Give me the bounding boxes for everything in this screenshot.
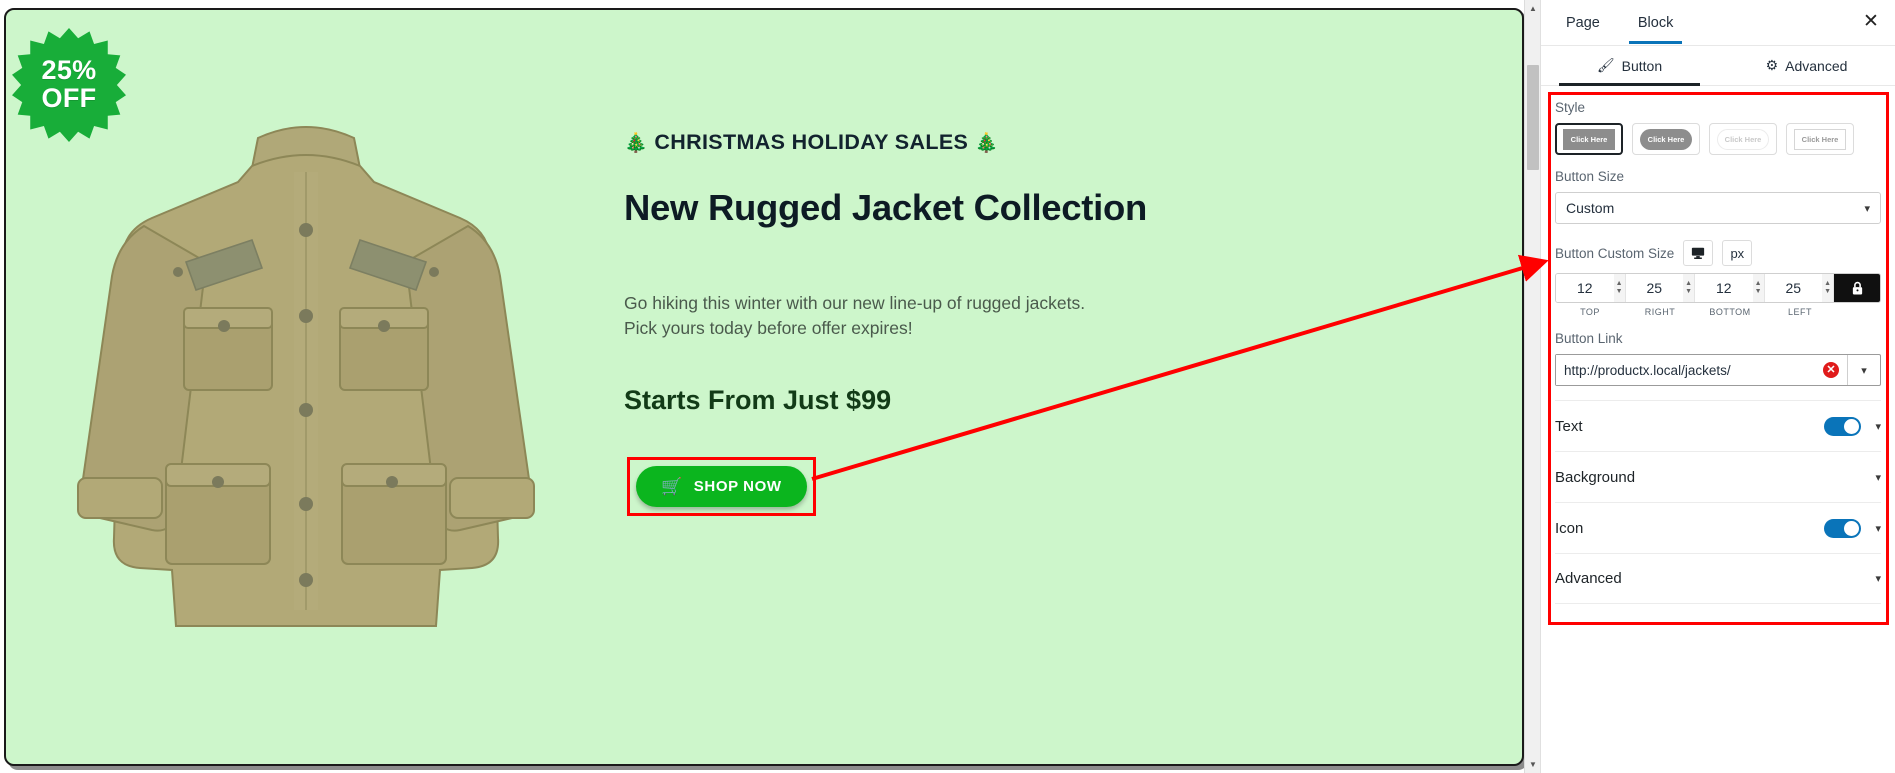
style-label: Style — [1555, 100, 1586, 115]
scroll-up-icon[interactable]: ▲ — [1525, 0, 1541, 17]
spinner-left-input[interactable] — [1764, 274, 1823, 302]
subtab-advanced-label: Advanced — [1785, 57, 1848, 74]
panel-tabbar: Page Block ✕ — [1541, 0, 1895, 46]
scroll-down-icon[interactable]: ▼ — [1525, 756, 1541, 773]
panel-subtabbar: 🖌 Button ⚙ Advanced — [1541, 46, 1895, 86]
text-toggle[interactable] — [1824, 416, 1862, 436]
spinner-top-input[interactable] — [1556, 274, 1614, 302]
style-option-pill-filled[interactable]: Click Here — [1632, 123, 1700, 155]
button-size-value: Custom — [1566, 200, 1615, 216]
clear-circle-icon[interactable]: ✕ — [1823, 362, 1839, 378]
custom-size-captions: TOP RIGHT BOTTOM LEFT — [1555, 307, 1881, 317]
accordion-row-advanced[interactable]: Advanced ▾ — [1555, 553, 1881, 604]
spinner-bottom-stepper[interactable]: ▲ ▼ — [1752, 274, 1764, 302]
accordion-right-advanced: ▾ — [1875, 572, 1881, 585]
settings-panel: Page Block ✕ 🖌 Button ⚙ Advanced Style C… — [1540, 0, 1895, 773]
custom-size-label: Button Custom Size — [1555, 245, 1675, 261]
christmas-tree-icon: 🎄 — [624, 133, 649, 154]
lock-icon[interactable] — [1834, 274, 1880, 302]
app-root: 25% OFF 🎄 CHRISTMAS HOLIDAY SALES 🎄 New … — [0, 0, 1895, 773]
hero-banner-block[interactable]: 25% OFF 🎄 CHRISTMAS HOLIDAY SALES 🎄 New … — [4, 8, 1524, 766]
spinner-right[interactable]: ▲▼ — [1625, 274, 1695, 302]
accordion-label-icon: Icon — [1555, 519, 1584, 537]
hero-paragraph-line1: Go hiking this winter with our new line-… — [624, 293, 1086, 313]
close-icon[interactable]: ✕ — [1861, 12, 1881, 32]
hero-paragraph: Go hiking this winter with our new line-… — [624, 291, 1324, 341]
style-option-rect-filled[interactable]: Click Here — [1555, 123, 1623, 155]
button-link-field: Button Link ✕ ▾ — [1555, 331, 1881, 386]
accordion-row-background[interactable]: Background ▾ — [1555, 451, 1881, 502]
custom-size-spinners: ▲▼ ▲▼ ▲▼ ▲▼ — [1555, 273, 1881, 303]
desktop-icon[interactable] — [1683, 240, 1714, 266]
spinner-left-stepper[interactable]: ▲ ▼ — [1822, 274, 1833, 302]
icon-toggle-knob — [1844, 520, 1860, 536]
button-link-label: Button Link — [1555, 331, 1623, 346]
hero-eyebrow-text: CHRISTMAS HOLIDAY SALES — [654, 130, 969, 154]
spinner-bottom-input[interactable] — [1695, 274, 1753, 302]
chevron-down-icon-advanced[interactable]: ▾ — [1875, 572, 1881, 585]
chevron-down-icon: ▾ — [1864, 202, 1870, 215]
spinner-top-stepper[interactable]: ▲ ▼ — [1613, 274, 1625, 302]
subtab-button-label: Button — [1621, 57, 1663, 74]
jacket-product-image — [26, 80, 586, 640]
style-preview-label-4: Click Here — [1794, 128, 1846, 150]
chevron-down-icon-text[interactable]: ▾ — [1875, 420, 1881, 433]
hero-paragraph-line2: Pick yours today before offer expires! — [624, 317, 913, 338]
style-field: Style Click Here Click Here Click Here C… — [1555, 100, 1881, 155]
button-size-label: Button Size — [1555, 169, 1625, 184]
chevron-down-icon-icon[interactable]: ▾ — [1875, 522, 1881, 535]
style-preview-label-1: Click Here — [1563, 128, 1615, 150]
button-custom-size-field: Button Custom Size px ▲▼ ▲▼ — [1555, 240, 1881, 317]
button-size-field: Button Size Custom ▾ — [1555, 169, 1881, 224]
spinner-left[interactable]: ▲▼ — [1764, 274, 1834, 302]
subtab-button[interactable]: 🖌 Button — [1541, 46, 1718, 86]
editor-canvas: 25% OFF 🎄 CHRISTMAS HOLIDAY SALES 🎄 New … — [0, 0, 1548, 773]
subtab-advanced[interactable]: ⚙ Advanced — [1718, 46, 1895, 85]
spinner-right-input[interactable] — [1625, 274, 1684, 302]
tab-page[interactable]: Page — [1557, 2, 1609, 43]
christmas-tree-icon-right: 🎄 — [974, 133, 999, 154]
spinner-bottom[interactable]: ▲▼ — [1695, 274, 1765, 302]
unit-px-button[interactable]: px — [1722, 240, 1753, 266]
spinner-top[interactable]: ▲▼ — [1556, 274, 1626, 302]
brush-icon: 🖌 — [1596, 57, 1615, 73]
hero-price: Starts From Just $99 — [624, 384, 892, 415]
accordion-right-background: ▾ — [1875, 471, 1881, 484]
style-option-rect-outline[interactable]: Click Here — [1786, 123, 1854, 155]
accordion-row-text[interactable]: Text ▾ — [1555, 400, 1881, 451]
panel-body: Style Click Here Click Here Click Here C… — [1541, 100, 1895, 604]
shop-now-selection-highlight — [627, 457, 816, 516]
caption-right: RIGHT — [1644, 307, 1676, 317]
style-preview-label-3: Click Here — [1717, 128, 1769, 150]
caption-top: TOP — [1580, 307, 1600, 317]
accordion-right-text: ▾ — [1824, 416, 1881, 436]
button-size-select[interactable]: Custom ▾ — [1555, 192, 1881, 224]
canvas-scrollbar[interactable]: ▲ ▼ — [1524, 0, 1541, 773]
button-link-input[interactable] — [1556, 355, 1823, 385]
accordion-label-background: Background — [1555, 468, 1636, 486]
caption-bottom: BOTTOM — [1709, 307, 1751, 317]
custom-size-header: Button Custom Size px — [1555, 240, 1881, 266]
style-option-pill-outline[interactable]: Click Here — [1709, 123, 1777, 155]
scrollbar-thumb[interactable] — [1527, 65, 1539, 170]
accordion-row-icon[interactable]: Icon ▾ — [1555, 502, 1881, 553]
text-toggle-knob — [1844, 418, 1860, 434]
button-link-input-wrap[interactable]: ✕ ▾ — [1555, 354, 1881, 386]
link-expand-chevron-down-icon[interactable]: ▾ — [1847, 355, 1880, 385]
accordion-label-advanced: Advanced — [1555, 570, 1622, 587]
hero-eyebrow: 🎄 CHRISTMAS HOLIDAY SALES 🎄 — [624, 130, 1324, 155]
accordion-label-text: Text — [1555, 417, 1583, 435]
spinner-right-stepper[interactable]: ▲ ▼ — [1683, 274, 1694, 302]
caption-left: LEFT — [1787, 307, 1812, 317]
style-options: Click Here Click Here Click Here Click H… — [1555, 123, 1881, 155]
icon-toggle[interactable] — [1824, 518, 1862, 538]
tab-block[interactable]: Block — [1628, 2, 1683, 44]
chevron-down-icon-background[interactable]: ▾ — [1875, 471, 1881, 484]
hero-copy: 🎄 CHRISTMAS HOLIDAY SALES 🎄 New Rugged J… — [624, 130, 1324, 446]
gear-icon: ⚙ — [1765, 57, 1779, 73]
hero-headline: New Rugged Jacket Collection — [624, 187, 1147, 228]
style-preview-label-2: Click Here — [1640, 128, 1692, 150]
settings-accordion: Text ▾ Background ▾ Icon ▾ Advanced ▾ — [1555, 400, 1881, 604]
accordion-right-icon: ▾ — [1824, 518, 1881, 538]
